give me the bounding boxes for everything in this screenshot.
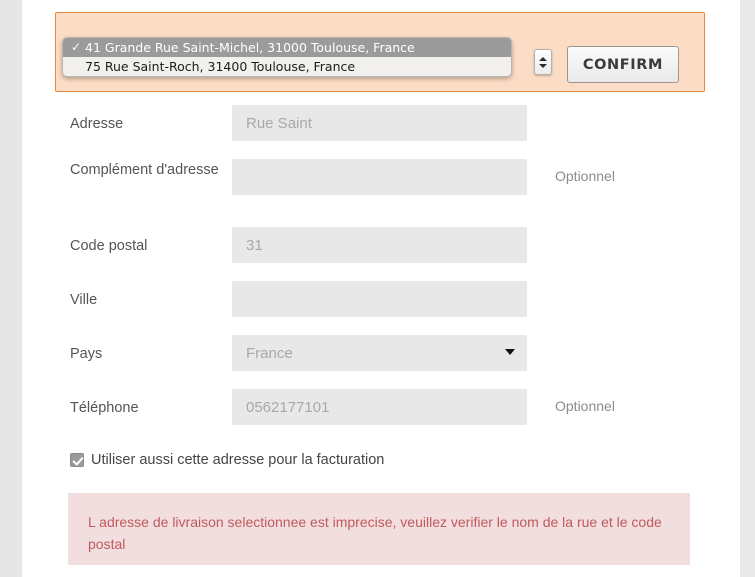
select-option-0[interactable]: ✓ 41 Grande Rue Saint-Michel, 31000 Toul… (63, 38, 511, 57)
billing-address-checkbox-row[interactable]: Utiliser aussi cette adresse pour la fac… (70, 452, 384, 468)
chevron-up-icon (539, 56, 547, 61)
select-option-label: 75 Rue Saint-Roch, 31400 Toulouse, Franc… (85, 59, 356, 74)
confirm-button[interactable]: CONFIRM (567, 46, 679, 83)
select-option-label: 41 Grande Rue Saint-Michel, 31000 Toulou… (85, 40, 415, 55)
label-code-postal: Code postal (70, 238, 148, 254)
address-confirm-banner: ✓ 41 Grande Rue Saint-Michel, 31000 Toul… (55, 12, 705, 92)
label-complement-adresse: Complément d'adresse (70, 162, 219, 178)
complement-adresse-input[interactable] (232, 159, 527, 195)
ville-input[interactable] (232, 281, 527, 317)
billing-address-checkbox-label: Utiliser aussi cette adresse pour la fac… (91, 452, 385, 468)
optional-hint-telephone: Optionnel (555, 398, 615, 414)
form-row-pays: Pays (0, 330, 755, 384)
address-error-banner: L adresse de livraison selectionnee est … (68, 493, 690, 565)
address-error-text: L adresse de livraison selectionnee est … (88, 514, 662, 552)
shipping-address-select-popup[interactable]: ✓ 41 Grande Rue Saint-Michel, 31000 Toul… (62, 37, 512, 77)
chevron-down-icon (539, 63, 547, 68)
check-icon-placeholder: ✓ (71, 57, 85, 76)
form-row-complement: Complément d'adresse Optionnel (0, 154, 755, 222)
label-telephone: Téléphone (70, 400, 139, 416)
form-row-ville: Ville (0, 276, 755, 330)
label-ville: Ville (70, 292, 98, 308)
form-row-adresse: Adresse (0, 100, 755, 154)
check-icon: ✓ (71, 40, 82, 54)
label-adresse: Adresse (70, 116, 124, 132)
select-stepper-icon[interactable] (534, 49, 552, 75)
optional-hint-complement: Optionnel (555, 168, 615, 184)
form-row-code-postal: Code postal (0, 222, 755, 276)
code-postal-input[interactable] (232, 227, 527, 263)
address-form: Adresse Complément d'adresse Optionnel C… (0, 100, 755, 438)
pays-select[interactable] (232, 335, 527, 371)
page-root: ✓ 41 Grande Rue Saint-Michel, 31000 Toul… (0, 0, 755, 577)
select-option-1[interactable]: ✓ 75 Rue Saint-Roch, 31400 Toulouse, Fra… (63, 57, 511, 76)
telephone-input[interactable] (232, 389, 527, 425)
adresse-input[interactable] (232, 105, 527, 141)
checkbox-checked-icon[interactable] (70, 453, 84, 467)
label-pays: Pays (70, 346, 103, 362)
form-row-telephone: Téléphone Optionnel (0, 384, 755, 438)
